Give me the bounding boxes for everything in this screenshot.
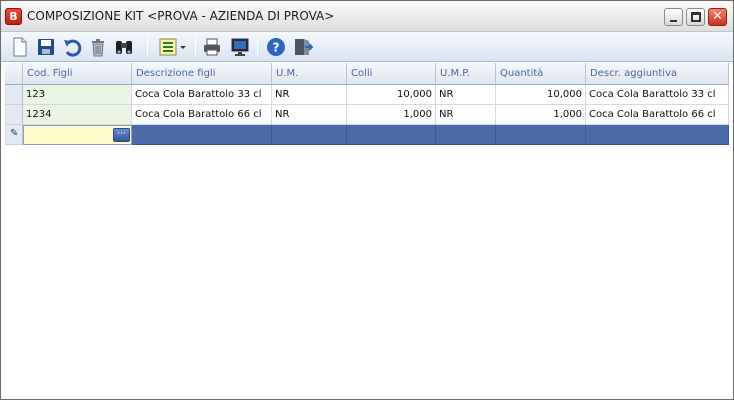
new-cell-colli[interactable]: [347, 125, 436, 145]
cell-colli[interactable]: 10,000: [347, 85, 436, 105]
column-header-descr-aggiuntiva[interactable]: Descr. aggiuntiva: [586, 63, 729, 85]
new-cell-descr-aggiuntiva[interactable]: [586, 125, 729, 145]
title-bar[interactable]: B COMPOSIZIONE KIT <PROVA - AZIENDA DI P…: [1, 1, 733, 32]
list-dropdown-icon: [159, 38, 186, 56]
cell-quantita[interactable]: 1,000: [496, 105, 586, 125]
row-selector-editing[interactable]: ✎: [5, 125, 23, 145]
row-selector[interactable]: [5, 105, 23, 125]
binoculars-icon: [116, 41, 132, 54]
cell-cod-figli[interactable]: 1234: [23, 105, 132, 125]
cell-descrizione[interactable]: Coca Cola Barattolo 33 cl: [132, 85, 272, 105]
row-selector-header[interactable]: [5, 63, 23, 85]
minimize-icon: [670, 20, 677, 22]
new-cod-figli-input[interactable]: ···: [23, 125, 132, 145]
cell-cod-figli[interactable]: 123: [23, 85, 132, 105]
view-options-button[interactable]: [157, 36, 189, 58]
kit-composition-window: B COMPOSIZIONE KIT <PROVA - AZIENDA DI P…: [0, 0, 734, 400]
new-cell-descrizione[interactable]: [132, 125, 272, 145]
find-button[interactable]: [113, 36, 135, 58]
printer-icon: [204, 38, 220, 56]
svg-text:?: ?: [273, 41, 280, 55]
new-button[interactable]: [9, 36, 31, 58]
trash-icon: [92, 39, 104, 57]
delete-button[interactable]: [87, 36, 109, 58]
lookup-button[interactable]: ···: [113, 128, 130, 142]
column-header-descrizione-figli[interactable]: Descrizione figli: [132, 63, 272, 85]
save-button[interactable]: [35, 36, 57, 58]
undo-icon: [64, 39, 82, 57]
toolbar: ?: [1, 32, 733, 62]
app-icon[interactable]: B: [5, 8, 22, 25]
cell-colli[interactable]: 1,000: [347, 105, 436, 125]
monitor-icon: [231, 38, 249, 56]
maximize-icon: [691, 12, 701, 22]
cell-quantita[interactable]: 10,000: [496, 85, 586, 105]
column-header-um[interactable]: U.M.: [272, 63, 347, 85]
column-header-cod-figli[interactable]: Cod. Figli: [23, 63, 132, 85]
save-icon: [38, 39, 54, 55]
row-selector[interactable]: [5, 85, 23, 105]
column-header-quantita[interactable]: Quantità: [496, 63, 586, 85]
undo-button[interactable]: [61, 36, 83, 58]
cell-ump[interactable]: NR: [436, 85, 496, 105]
close-button[interactable]: ✕: [708, 8, 727, 26]
new-cell-um[interactable]: [272, 125, 347, 145]
toolbar-separator: [195, 37, 196, 57]
window-title: COMPOSIZIONE KIT <PROVA - AZIENDA DI PRO…: [27, 9, 335, 23]
exit-button[interactable]: [291, 36, 313, 58]
toolbar-separator: [147, 37, 148, 57]
column-header-ump[interactable]: U.M.P.: [436, 63, 496, 85]
cell-um[interactable]: NR: [272, 105, 347, 125]
column-header-colli[interactable]: Colli: [347, 63, 436, 85]
cell-descr-aggiuntiva[interactable]: Coca Cola Barattolo 66 cl: [586, 105, 729, 125]
help-button[interactable]: ?: [265, 36, 287, 58]
toolbar-separator: [257, 37, 258, 57]
cell-descr-aggiuntiva[interactable]: Coca Cola Barattolo 33 cl: [586, 85, 729, 105]
new-cell-ump[interactable]: [436, 125, 496, 145]
close-icon: ✕: [712, 9, 723, 24]
cell-ump[interactable]: NR: [436, 105, 496, 125]
print-button[interactable]: [201, 36, 223, 58]
help-icon: ?: [267, 38, 285, 56]
preview-button[interactable]: [229, 36, 251, 58]
pencil-icon: ✎: [10, 128, 19, 139]
cell-descrizione[interactable]: Coca Cola Barattolo 66 cl: [132, 105, 272, 125]
new-document-icon: [13, 37, 27, 57]
kit-grid: Cod. Figli Descrizione figli U.M. Colli …: [5, 63, 729, 146]
minimize-button[interactable]: [664, 8, 683, 26]
exit-door-icon: [295, 39, 313, 55]
maximize-button[interactable]: [686, 8, 705, 26]
new-cell-quantita[interactable]: [496, 125, 586, 145]
cell-um[interactable]: NR: [272, 85, 347, 105]
